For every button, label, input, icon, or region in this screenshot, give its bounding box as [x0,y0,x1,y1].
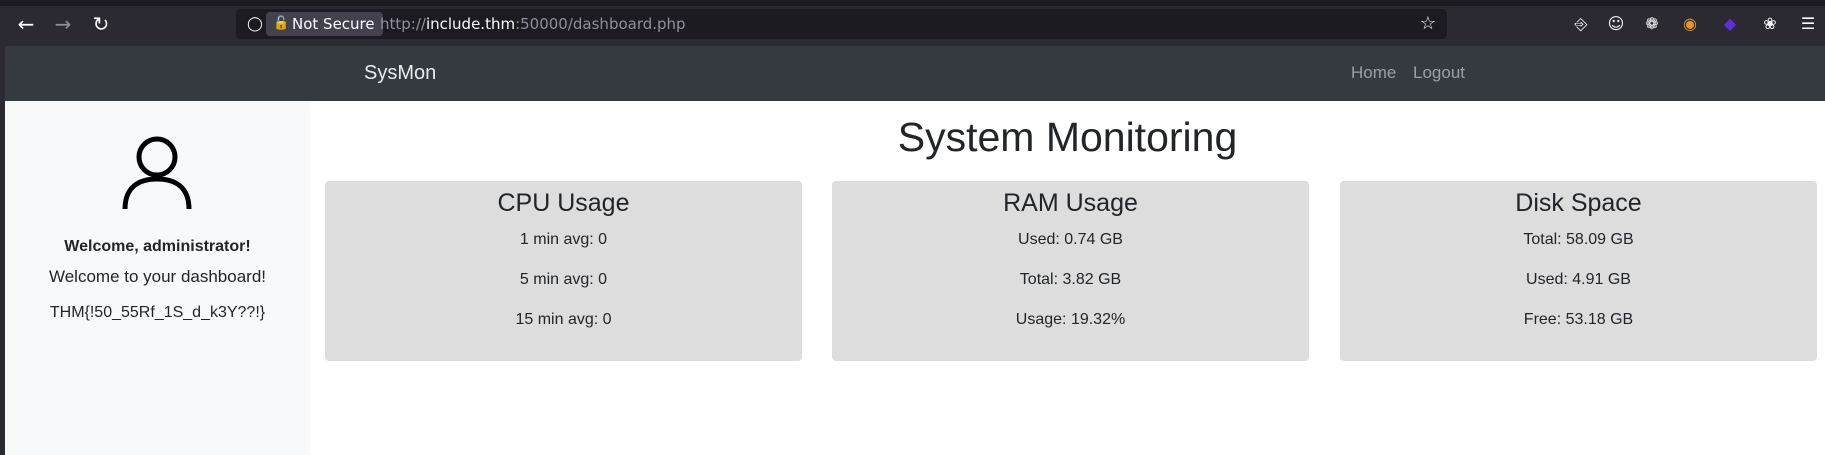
card-title: Disk Space [1515,189,1642,217]
ram-usage-card: RAM Usage Used: 0.74 GB Total: 3.82 GB U… [832,181,1309,361]
lock-icon: 🔓 [273,16,290,31]
shield-icon[interactable]: ◯ [246,15,264,33]
browser-toolbar: ← → ↻ ◯ 🔓 Not Secure http://include.thm:… [0,0,1825,46]
nav-home-link[interactable]: Home [1351,46,1396,101]
flag-text: THM{!50_55Rf_1S_d_k3Y??!} [49,304,266,321]
extension-orange-icon[interactable]: ◉ [1678,12,1702,36]
url-scheme: http:// [380,15,426,33]
card-line: Free: 53.18 GB [1523,311,1634,328]
welcome-message: Welcome to your dashboard! [48,267,267,286]
extensions-icon[interactable]: ❁ [1640,12,1664,36]
url-bar[interactable]: ◯ 🔓 Not Secure http://include.thm:50000/… [236,9,1447,39]
cookie-icon[interactable]: ❀ [1758,12,1782,36]
brand-logo[interactable]: SysMon [364,46,436,101]
card-title: CPU Usage [497,189,630,217]
nav-logout-link[interactable]: Logout [1413,46,1465,101]
account-icon[interactable]: ☺ [1604,12,1628,36]
card-line: Total: 3.82 GB [1019,271,1122,288]
extension-purple-icon[interactable]: ◆ [1718,12,1742,36]
star-icon[interactable]: ☆ [1417,13,1439,35]
sidebar: Welcome, administrator! Welcome to your … [5,101,310,455]
back-icon[interactable]: ← [13,11,39,37]
page-title: System Monitoring [897,114,1238,160]
user-icon [122,136,192,210]
card-line: Total: 58.09 GB [1523,231,1634,248]
menu-icon[interactable]: ☰ [1796,12,1820,36]
card-line: 5 min avg: 0 [519,271,608,288]
cpu-usage-card: CPU Usage 1 min avg: 0 5 min avg: 0 15 m… [325,181,802,361]
url-path: :50000/dashboard.php [515,15,686,33]
url-text[interactable]: http://include.thm:50000/dashboard.php [380,9,686,39]
card-line: Used: 0.74 GB [1018,231,1123,248]
card-line: Used: 4.91 GB [1526,271,1631,288]
forward-icon[interactable]: → [50,11,76,37]
card-line: 1 min avg: 0 [519,231,608,248]
card-title: RAM Usage [1003,189,1138,217]
security-indicator[interactable]: 🔓 Not Secure [266,12,383,36]
welcome-user: Welcome, administrator! [64,238,251,255]
card-line: Usage: 19.32% [1015,311,1126,328]
card-line: 15 min avg: 0 [515,311,612,328]
reload-icon[interactable]: ↻ [88,11,114,37]
url-host: include.thm [425,15,516,33]
security-label: Not Secure [292,15,375,33]
top-navbar: SysMon Home Logout [5,46,1825,101]
page-viewport: SysMon Home Logout Welcome, administrato… [5,46,1825,455]
disk-space-card: Disk Space Total: 58.09 GB Used: 4.91 GB… [1340,181,1817,361]
pocket-icon[interactable]: ⎆ [1569,12,1593,36]
